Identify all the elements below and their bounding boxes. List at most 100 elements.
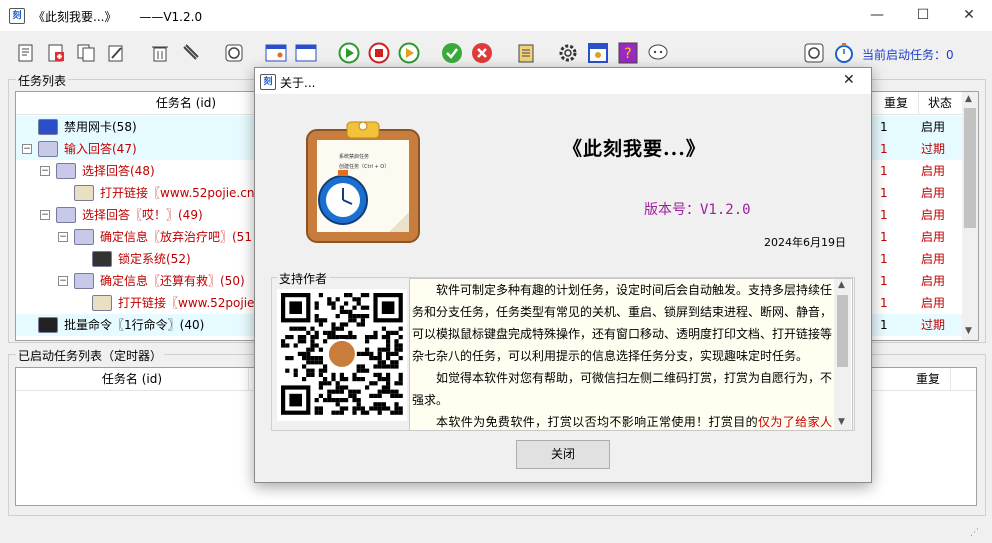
- task-repeat: 1: [880, 120, 888, 134]
- add-page-icon[interactable]: [44, 41, 68, 65]
- header-status[interactable]: 状态: [918, 92, 963, 114]
- task-status: 启用: [921, 274, 946, 288]
- task-status: 启用: [921, 120, 946, 134]
- play-icon[interactable]: [337, 41, 361, 65]
- about-scroll-thumb[interactable]: [837, 295, 848, 367]
- delete-icon[interactable]: [148, 41, 172, 65]
- about-paragraph-3-text: 本软件为免费软件，打赏以否均不影响正常使用！打赏目的: [436, 415, 759, 429]
- about-dialog: 刻 关于... ✕ 系统禁启任务 创建任务（Ctrl + O） 《此刻我要...…: [254, 67, 872, 483]
- task-repeat: 1: [880, 230, 888, 244]
- app-logo: 系统禁启任务 创建任务（Ctrl + O）: [303, 118, 423, 244]
- current-tasks-count: 当前启动任务：0: [862, 48, 954, 62]
- scroll-thumb[interactable]: [964, 108, 976, 228]
- tree-collapse-toggle[interactable]: −: [40, 166, 50, 176]
- about-scroll-up[interactable]: ▲: [838, 280, 845, 290]
- qr-code-image: [277, 289, 407, 421]
- settings-icon[interactable]: [556, 41, 580, 65]
- qr-center-logo-icon: [326, 338, 357, 369]
- about-close-action-button[interactable]: 关闭: [516, 440, 610, 469]
- task-status: 启用: [921, 208, 946, 222]
- help-icon[interactable]: ?: [616, 41, 640, 65]
- window-icon[interactable]: [294, 41, 318, 65]
- close-button[interactable]: ✕: [946, 0, 992, 31]
- stop-icon[interactable]: [367, 41, 391, 65]
- tree-collapse-toggle[interactable]: −: [58, 232, 68, 242]
- svg-text:?: ?: [624, 46, 631, 62]
- about-date: 2024年6月19日: [764, 236, 846, 249]
- support-label: 支持作者: [277, 270, 330, 287]
- monitor-icon[interactable]: [586, 41, 610, 65]
- task-name: 锁定系统(52): [118, 252, 191, 266]
- timer-header-repeat[interactable]: 重复: [906, 368, 951, 390]
- about-version: 版本号：V1.2.0: [644, 202, 751, 218]
- logo-line-1: 系统禁启任务: [339, 153, 369, 160]
- task-status: 启用: [921, 186, 946, 200]
- add-task-icon[interactable]: [14, 41, 38, 65]
- about-scrollbar[interactable]: ▲ ▼: [834, 279, 851, 430]
- clean-icon[interactable]: [178, 41, 202, 65]
- app-icon: 刻: [9, 8, 25, 24]
- about-dialog-titlebar: 刻 关于... ✕: [255, 68, 871, 94]
- lock-monitor-icon: [92, 251, 112, 267]
- logo-line-2: 创建任务（Ctrl + O）: [339, 163, 389, 170]
- reload-icon[interactable]: [802, 41, 826, 65]
- task-status: 启用: [921, 230, 946, 244]
- window-title: 《此刻我要...》 ——V1.2.0: [33, 10, 203, 24]
- copy-icon[interactable]: [74, 41, 98, 65]
- window-normal-icon[interactable]: [264, 41, 288, 65]
- task-name: 确定信息〖放弃治疗吧〗(51: [100, 230, 252, 244]
- about-app-icon: 刻: [260, 74, 276, 90]
- about-paragraph-1: 软件可制定多种有趣的计划任务，设定时间后会自动触发。支持多层持续任务和分支任务，…: [412, 283, 833, 363]
- about-app-name: 《此刻我要...》: [563, 138, 706, 160]
- dialog-icon: [56, 163, 76, 179]
- resize-grip[interactable]: ⋰: [970, 528, 984, 540]
- about-dialog-title: 关于...: [280, 76, 316, 90]
- maximize-button[interactable]: ☐: [900, 0, 946, 31]
- about-close-button[interactable]: ✕: [843, 72, 855, 88]
- header-repeat[interactable]: 重复: [874, 92, 919, 114]
- task-name: 确定信息〖还算有救〗(50): [100, 274, 245, 288]
- tree-collapse-toggle[interactable]: −: [22, 144, 32, 154]
- about-description: 软件可制定多种有趣的计划任务，设定时间后会自动触发。支持多层持续任务和分支任务，…: [412, 279, 833, 430]
- notes-icon[interactable]: [514, 41, 538, 65]
- task-name: 禁用网卡(58): [64, 120, 137, 134]
- cancel-icon[interactable]: [470, 41, 494, 65]
- task-repeat: 1: [880, 186, 888, 200]
- dialog-icon: [38, 141, 58, 157]
- task-repeat: 1: [880, 318, 888, 332]
- chat-icon[interactable]: [646, 41, 670, 65]
- play-next-icon[interactable]: [397, 41, 421, 65]
- dialog-icon: [56, 207, 76, 223]
- task-name: 打开链接〖www.52pojie.cn: [100, 186, 255, 200]
- title-bar: 刻 《此刻我要...》 ——V1.2.0 — ☐ ✕: [0, 0, 992, 31]
- task-status: 启用: [921, 164, 946, 178]
- timer-header-task-name[interactable]: 任务名 (id): [16, 368, 249, 390]
- tree-collapse-toggle[interactable]: −: [58, 276, 68, 286]
- scroll-down-arrow[interactable]: ▼: [965, 326, 972, 336]
- task-name: 批量命令〖1行命令〗(40): [64, 318, 205, 332]
- task-repeat: 1: [880, 142, 888, 156]
- task-name: 打开链接〖www.52pojie.: [118, 296, 259, 310]
- about-scroll-down[interactable]: ▼: [838, 417, 845, 427]
- minimize-button[interactable]: —: [854, 0, 900, 31]
- timer-list-label: 已启动任务列表（定时器）: [16, 347, 165, 364]
- link-icon: [92, 295, 112, 311]
- edit-icon[interactable]: [104, 41, 128, 65]
- task-tree-scrollbar[interactable]: ▲ ▼: [962, 92, 978, 340]
- task-status: 过期: [921, 318, 946, 332]
- scroll-up-arrow[interactable]: ▲: [965, 94, 972, 104]
- stopwatch-icon[interactable]: [832, 41, 856, 65]
- link-icon: [74, 185, 94, 201]
- console-icon: [38, 317, 58, 333]
- task-name: 选择回答〖哎！〗(49): [82, 208, 203, 222]
- task-status: 启用: [921, 296, 946, 310]
- check-icon[interactable]: [440, 41, 464, 65]
- tree-collapse-toggle[interactable]: −: [40, 210, 50, 220]
- task-status: 过期: [921, 142, 946, 156]
- network-icon: [38, 119, 58, 135]
- task-name: 选择回答(48): [82, 164, 155, 178]
- about-description-box[interactable]: 软件可制定多种有趣的计划任务，设定时间后会自动触发。支持多层持续任务和分支任务，…: [409, 278, 853, 431]
- task-repeat: 1: [880, 164, 888, 178]
- task-status: 启用: [921, 252, 946, 266]
- refresh-icon[interactable]: [222, 41, 246, 65]
